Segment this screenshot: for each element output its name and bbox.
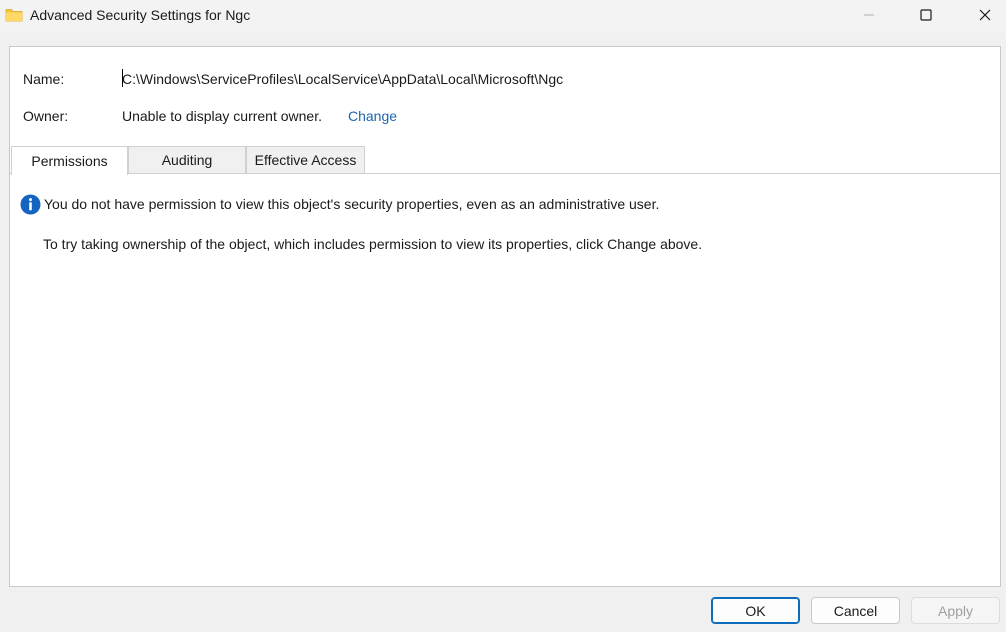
minimize-icon <box>864 14 874 16</box>
ok-button[interactable]: OK <box>711 597 800 624</box>
owner-label: Owner: <box>23 108 69 124</box>
main-panel: Name: C:\Windows\ServiceProfiles\LocalSe… <box>9 46 1001 587</box>
window-title: Advanced Security Settings for Ngc <box>30 7 251 23</box>
apply-button[interactable]: Apply <box>911 597 1000 624</box>
minimize-button[interactable] <box>840 0 898 30</box>
tab-strip-divider <box>10 173 1000 174</box>
change-owner-link[interactable]: Change <box>348 108 397 124</box>
close-icon <box>979 9 991 21</box>
name-label: Name: <box>23 71 65 87</box>
maximize-button[interactable] <box>897 0 955 30</box>
name-value[interactable]: C:\Windows\ServiceProfiles\LocalService\… <box>122 71 563 87</box>
folder-icon <box>5 9 23 22</box>
tab-auditing[interactable]: Auditing <box>128 146 246 173</box>
info-icon <box>20 194 41 215</box>
tab-effective-access[interactable]: Effective Access <box>246 146 365 173</box>
text-caret <box>122 69 123 87</box>
title-bar: Advanced Security Settings for Ngc <box>0 0 1006 32</box>
maximize-icon <box>920 9 932 21</box>
cancel-button[interactable]: Cancel <box>811 597 900 624</box>
owner-value: Unable to display current owner. <box>122 108 322 124</box>
take-ownership-message: To try taking ownership of the object, w… <box>43 236 703 252</box>
close-button[interactable] <box>956 0 1006 30</box>
no-permission-message: You do not have permission to view this … <box>44 196 660 212</box>
tab-permissions[interactable]: Permissions <box>11 146 128 175</box>
